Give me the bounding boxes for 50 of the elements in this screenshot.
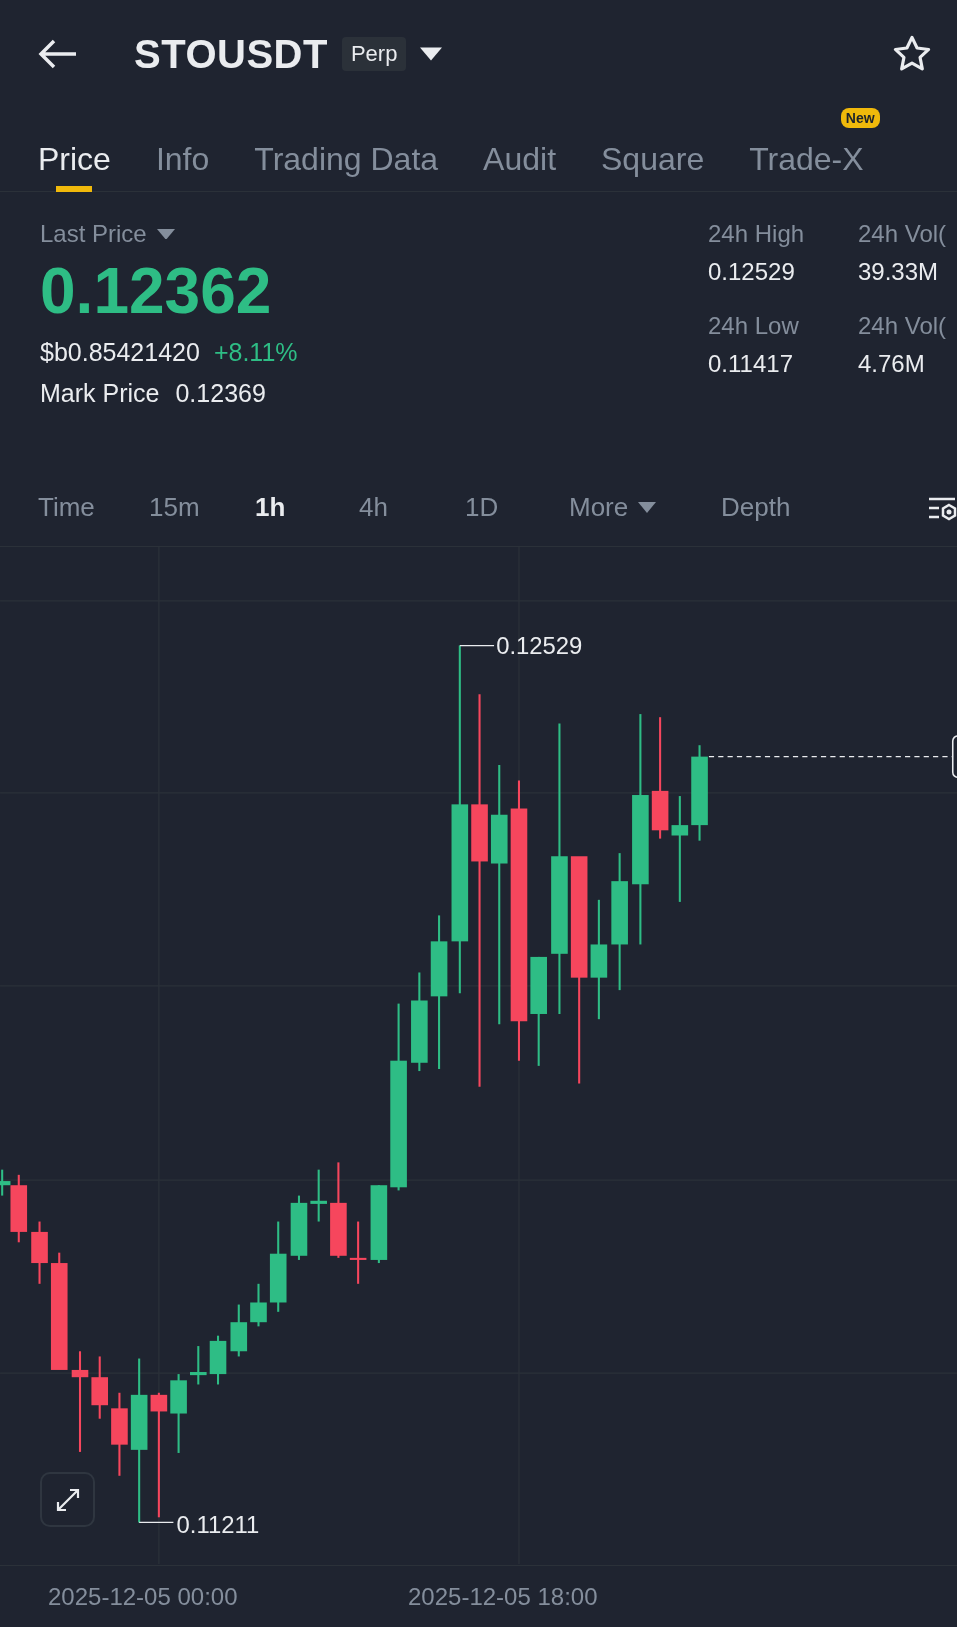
candle bbox=[250, 1283, 267, 1327]
low-price-label: 0.11211 bbox=[176, 1510, 260, 1538]
tab[interactable]: Info bbox=[155, 108, 210, 192]
stat-value: 0.12529 bbox=[708, 258, 796, 286]
expand-button[interactable] bbox=[40, 1472, 95, 1527]
candle bbox=[310, 1169, 327, 1222]
time-axis-label: 2025-12-05 00:00 bbox=[48, 1582, 239, 1611]
time-axis-label: 2025-12-05 18:00 bbox=[408, 1582, 599, 1611]
candle bbox=[349, 1221, 367, 1284]
interval-tab[interactable]: 1h bbox=[255, 492, 359, 523]
stat-label: 24h Vol( bbox=[858, 312, 948, 340]
contract-badge: Perp bbox=[341, 37, 407, 71]
candle bbox=[290, 1195, 308, 1260]
leader-line bbox=[459, 644, 495, 647]
interval-tab[interactable]: 1D bbox=[465, 492, 569, 523]
fiat-price: $b0.85421420 bbox=[40, 338, 200, 367]
interval-tab[interactable]: Depth bbox=[721, 492, 891, 523]
symbol-title: STOUSDT bbox=[134, 31, 328, 77]
tab[interactable]: Audit bbox=[483, 108, 556, 192]
candle bbox=[91, 1356, 108, 1419]
back-button[interactable] bbox=[38, 38, 78, 70]
candle bbox=[190, 1346, 207, 1385]
candle bbox=[230, 1304, 248, 1357]
stat-label: 24h Low bbox=[708, 312, 800, 340]
interval-tab[interactable]: 15m bbox=[149, 492, 255, 523]
new-badge: New bbox=[840, 108, 880, 128]
tab[interactable]: Price bbox=[38, 108, 111, 192]
stat-value: 4.76M bbox=[858, 350, 926, 378]
caret-icon bbox=[156, 228, 175, 240]
mark-price-value: 0.12369 bbox=[175, 379, 266, 408]
stat-label: 24h High bbox=[708, 220, 806, 248]
candle bbox=[31, 1221, 48, 1284]
mark-price-label: Mark Price bbox=[40, 379, 160, 408]
tab[interactable]: Square bbox=[601, 108, 705, 192]
leader-line bbox=[138, 1521, 175, 1524]
interval-tab[interactable]: More bbox=[569, 492, 721, 523]
candle bbox=[209, 1335, 227, 1385]
stat-label: 24h Vol( bbox=[858, 220, 948, 248]
caret-icon bbox=[638, 502, 657, 513]
price-tag-edge bbox=[951, 735, 957, 779]
symbol-dropdown-button[interactable] bbox=[420, 47, 443, 61]
last-price-value: 0.12362 bbox=[40, 254, 273, 328]
last-price-label: Last Price bbox=[40, 220, 147, 248]
high-price-label: 0.12529 bbox=[496, 631, 583, 659]
interval-tab[interactable]: 4h bbox=[359, 492, 465, 523]
interval-tab[interactable]: Time bbox=[38, 492, 149, 523]
tab[interactable]: Trading Data bbox=[254, 108, 439, 192]
stat-value: 0.11417 bbox=[708, 350, 794, 378]
stat-value: 39.33M bbox=[858, 258, 940, 286]
price-change: +8.11% bbox=[213, 338, 298, 367]
